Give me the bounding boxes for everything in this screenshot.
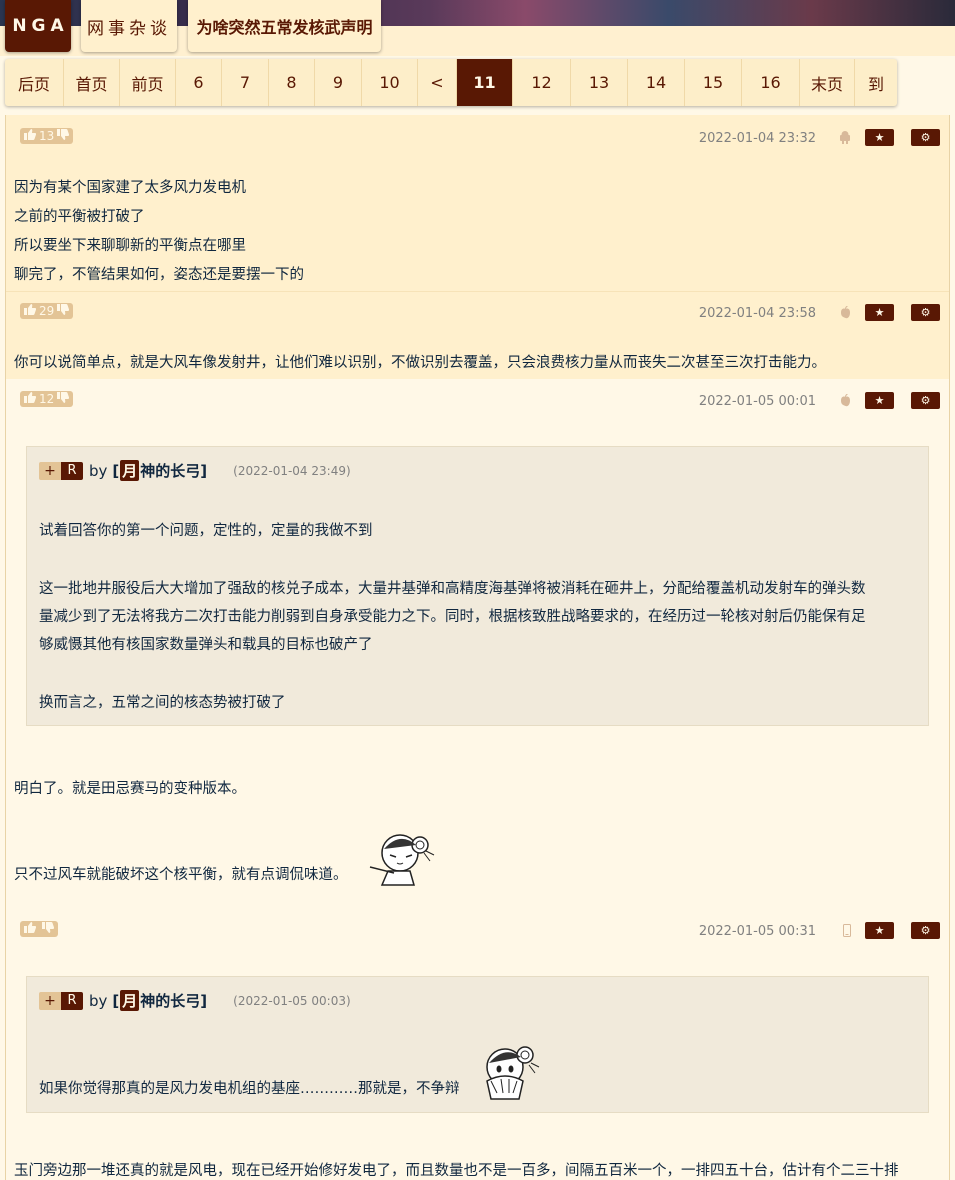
breadcrumb-board[interactable]: 网事杂谈 [81,0,177,52]
vote-widget: 29 [20,303,74,319]
pager-last[interactable]: 末页 [800,59,855,106]
apple-icon [840,305,851,322]
pager-page-12[interactable]: 12 [513,59,571,106]
quote-by-label: by [89,991,108,1010]
post-list: 13 2022-01-04 23:32 ★ ⚙ 因为有某个国家建了太多风力发电机… [5,115,950,1180]
sticker-image [473,1041,541,1107]
quote-line: 如果你觉得那真的是风力发电机组的基座…………那就是，不争辩 [39,1081,460,1097]
post-line: 明白了。就是田忌赛马的变种版本。 [14,781,246,797]
quote-by-label: by [89,461,108,480]
post-line: 之前的平衡被打破了 [14,209,145,225]
phone-icon [843,924,851,940]
quote-author-badge: 月 [120,460,140,481]
star-button[interactable]: ★ [865,922,894,939]
pager: 后页 首页 前页 6 7 8 9 10 < 11 12 13 14 15 16 … [5,59,897,106]
thumb-up-icon[interactable] [24,392,37,406]
vote-widget [20,921,58,937]
quote-line: 试着回答你的第一个问题，定性的，定量的我做不到 [39,523,373,539]
android-icon [839,131,851,147]
post-line: 玉门旁边那一堆还真的就是风电，现在已经开始修好发电了，而且数量也不是一百多，间隔… [14,1163,899,1179]
post-line: 因为有某个国家建了太多风力发电机 [14,180,246,196]
pager-page-9[interactable]: 9 [315,59,362,106]
pager-page-7[interactable]: 7 [222,59,269,106]
quote-author-badge: 月 [120,990,140,1011]
quote-expand-button[interactable]: + [39,991,61,1010]
post-timestamp: 2022-01-04 23:58 [698,306,816,321]
post-line: 所以要坐下来聊聊新的平衡点在哪里 [14,238,246,254]
vote-count: 29 [39,304,55,318]
post-timestamp: 2022-01-05 00:01 [698,394,816,409]
quote-line: 这一批地井服役后大大增加了强敌的核兑子成本，大量井基弹和高精度海基弹将被消耗在砸… [39,581,866,597]
post-timestamp: 2022-01-05 00:31 [698,924,816,939]
pager-next[interactable]: 后页 [5,59,64,106]
pager-prev[interactable]: 前页 [120,59,176,106]
quote-date: (2022-01-04 23:49) [233,463,351,478]
post: 2022-01-05 00:31 ★ ⚙ + R by [月神的长弓] (202… [6,902,949,1180]
post: 12 2022-01-05 00:01 ★ ⚙ + R by [月神的长弓] (… [6,379,949,902]
quote-author-name: 神的长弓] [140,462,208,480]
quote-author-bracket: [ [112,991,120,1010]
thumb-up-icon[interactable] [24,129,37,143]
post-line: 只不过风车就能破坏这个核平衡，就有点调侃味道。 [14,867,348,883]
pager-page-6[interactable]: 6 [176,59,222,106]
thumb-down-icon[interactable] [42,922,55,936]
settings-button[interactable]: ⚙ [911,392,940,409]
thumb-down-icon[interactable] [57,129,70,143]
quote-date: (2022-01-05 00:03) [233,993,351,1008]
quote-header: + R by [月神的长弓] (2022-01-04 23:49) [39,460,351,481]
post-timestamp: 2022-01-04 23:32 [698,131,816,146]
pager-page-10[interactable]: 10 [362,59,418,106]
breadcrumb-topic[interactable]: 为啥突然五常发核武声明 [188,0,381,52]
apple-icon [840,393,851,410]
quote-reply-badge[interactable]: R [61,991,83,1010]
thumb-down-icon[interactable] [57,392,70,406]
quote-author-link[interactable]: [月神的长弓] [112,460,207,481]
quote-author-bracket: [ [112,461,120,480]
pager-back[interactable]: < [418,59,457,106]
breadcrumb-site[interactable]: NGA [5,0,71,52]
vote-count: 12 [39,392,55,406]
post-line: 你可以说简单点，就是大风车像发射井，让他们难以识别，不做识别去覆盖，只会浪费核力… [14,355,826,371]
quote-header: + R by [月神的长弓] (2022-01-05 00:03) [39,990,351,1011]
star-button[interactable]: ★ [865,304,894,321]
pager-page-16[interactable]: 16 [742,59,800,106]
quote-block: + R by [月神的长弓] (2022-01-05 00:03) 如果你觉得那… [26,976,929,1113]
quote-line: 换而言之，五常之间的核态势被打破了 [39,695,286,711]
settings-button[interactable]: ⚙ [911,129,940,146]
thumb-up-icon[interactable] [24,304,37,318]
pager-page-15[interactable]: 15 [685,59,742,106]
post: 13 2022-01-04 23:32 ★ ⚙ 因为有某个国家建了太多风力发电机… [6,115,949,291]
pager-page-8[interactable]: 8 [269,59,315,106]
quote-line: 量减少到了无法将我方二次打击能力削弱到自身承受能力之下。同时，根据核致胜战略要求… [39,609,866,625]
pager-page-14[interactable]: 14 [628,59,685,106]
quote-block: + R by [月神的长弓] (2022-01-04 23:49) 试着回答你的… [26,446,929,726]
settings-button[interactable]: ⚙ [911,922,940,939]
pager-first[interactable]: 首页 [64,59,120,106]
pager-page-13[interactable]: 13 [571,59,628,106]
post: 29 2022-01-04 23:58 ★ ⚙ 你可以说简单点，就是大风车像发射… [6,291,949,379]
settings-button[interactable]: ⚙ [911,304,940,321]
star-button[interactable]: ★ [865,129,894,146]
quote-reply-badge[interactable]: R [61,461,83,480]
sticker-image [364,827,436,893]
pager-current-page: 11 [457,59,513,106]
vote-widget: 13 [20,128,74,144]
star-button[interactable]: ★ [865,392,894,409]
vote-count: 13 [39,129,55,143]
quote-author-link[interactable]: [月神的长弓] [112,990,207,1011]
pager-goto[interactable]: 到 [855,59,897,106]
quote-author-name: 神的长弓] [140,992,208,1010]
thumb-up-icon[interactable] [24,922,37,936]
post-line: 聊完了，不管结果如何，姿态还是要摆一下的 [14,267,304,283]
quote-line: 够威慑其他有核国家数量弹头和载具的目标也破产了 [39,637,373,653]
quote-expand-button[interactable]: + [39,461,61,480]
thumb-down-icon[interactable] [57,304,70,318]
vote-widget: 12 [20,391,74,407]
